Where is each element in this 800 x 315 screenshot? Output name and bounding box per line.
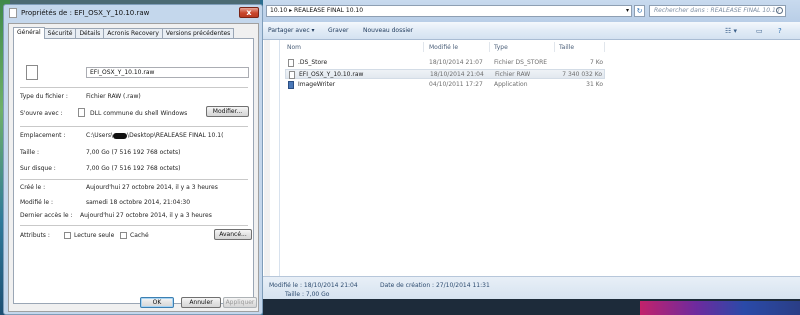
file-name: EFI_OSX_Y_10.10.raw [299, 71, 364, 78]
dialog-title-bar[interactable]: Propriétés de : EFI_OSX_Y_10.10.raw x [4, 5, 262, 21]
document-icon [9, 8, 17, 18]
chevron-down-icon[interactable]: ▾ [626, 6, 629, 16]
close-button[interactable]: x [239, 7, 259, 18]
modify-button[interactable]: Modifier... [206, 106, 249, 117]
accessed-label: Dernier accès le : [20, 212, 73, 219]
view-options-icon[interactable]: ☷ ▾ [725, 27, 737, 35]
help-icon[interactable]: ? [778, 27, 782, 35]
cancel-button[interactable]: Annuler [181, 297, 221, 308]
column-separator [423, 42, 424, 52]
size-label: Taille : [20, 149, 39, 156]
column-header-type[interactable]: Type [494, 44, 508, 51]
file-type: Application [494, 81, 528, 88]
list-item[interactable]: .DS_Store 18/10/2014 21:07 Fichier DS_ST… [285, 58, 605, 68]
file-size: 31 Ko [586, 81, 603, 88]
refresh-icon[interactable]: ↻ [634, 5, 645, 17]
status-modified: Modifié le : 18/10/2014 21:04 [269, 282, 358, 289]
modified-value: samedi 18 octobre 2014, 21:04:30 [86, 199, 191, 206]
apply-button[interactable]: Appliquer [223, 297, 257, 308]
created-label: Créé le : [20, 184, 46, 191]
new-folder-button[interactable]: Nouveau dossier [363, 27, 413, 34]
navigation-pane [263, 40, 280, 276]
hidden-checkbox[interactable] [120, 232, 127, 239]
file-modified: 18/10/2014 21:07 [429, 59, 483, 66]
column-separator [604, 42, 605, 52]
readonly-checkbox[interactable] [64, 232, 71, 239]
column-separator [489, 42, 490, 52]
dialog-body: Général Sécurité Détails Acronis Recover… [8, 23, 259, 312]
size-value: 7,00 Go (7 516 192 768 octets) [86, 149, 181, 156]
file-modified: 18/10/2014 21:04 [430, 71, 484, 78]
divider [20, 179, 248, 180]
nav-scrollbar[interactable] [264, 40, 270, 276]
breadcrumb[interactable]: 10.10 ▸ REALEASE FINAL 10.10 ▾ [266, 5, 632, 17]
tab-general[interactable]: Général [13, 27, 45, 39]
file-type: Fichier DS_STORE [494, 59, 548, 66]
explorer-window: 10.10 ▸ REALEASE FINAL 10.10 ▾ ↻ Recherc… [263, 0, 800, 299]
opens-with-label: S'ouvre avec : [20, 110, 63, 117]
preview-pane-icon[interactable]: ▭ [756, 27, 763, 35]
status-size: Taille : 7,00 Go [285, 291, 330, 298]
modified-label: Modifié le : [20, 199, 53, 206]
burn-button[interactable]: Graver [328, 27, 349, 34]
created-value: Aujourd'hui 27 octobre 2014, il y a 3 he… [86, 184, 218, 191]
column-header-modified[interactable]: Modifié le [429, 44, 458, 51]
file-type: Fichier RAW [495, 71, 531, 78]
type-label: Type du fichier : [20, 93, 68, 100]
address-bar-area: 10.10 ▸ REALEASE FINAL 10.10 ▾ ↻ Recherc… [263, 0, 800, 22]
dialog-title: Propriétés de : EFI_OSX_Y_10.10.raw [21, 9, 150, 17]
properties-dialog: Propriétés de : EFI_OSX_Y_10.10.raw x Gé… [3, 4, 263, 315]
search-input[interactable]: Rechercher dans : REALEASE FINAL 10.10 [649, 5, 786, 17]
search-placeholder: Rechercher dans : REALEASE FINAL 10.10 [654, 7, 780, 14]
status-created: Date de création : 27/10/2014 11:31 [380, 282, 490, 289]
general-panel: EFI_OSX_Y_10.10.raw Type du fichier : Fi… [13, 38, 254, 304]
divider [20, 87, 248, 88]
breadcrumb-path: 10.10 ▸ REALEASE FINAL 10.10 [270, 7, 364, 14]
desktop-wallpaper-strip [640, 301, 800, 315]
column-separator [554, 42, 555, 52]
file-size: 7 340 032 Ko [562, 71, 602, 78]
location-label: Emplacement : [20, 132, 66, 139]
details-pane: Modifié le : 18/10/2014 21:04 Date de cr… [263, 276, 800, 299]
type-value: Fichier RAW (.raw) [86, 93, 141, 100]
hidden-label: Caché [130, 232, 149, 239]
ok-button[interactable]: OK [140, 297, 174, 308]
location-value: C:\Users\ \Desktop\REALEASE FINAL 10.1( [86, 132, 224, 139]
search-icon [776, 7, 783, 14]
file-icon [288, 59, 294, 67]
attributes-label: Attributs : [20, 232, 50, 239]
dll-icon [78, 108, 85, 117]
disk-size-label: Sur disque : [20, 165, 56, 172]
advanced-button[interactable]: Avancé... [214, 229, 252, 240]
command-bar: Partager avec ▾ Graver Nouveau dossier ☷… [263, 22, 800, 40]
accessed-value: Aujourd'hui 27 octobre 2014, il y a 3 he… [80, 212, 212, 219]
file-list: Nom Modifié le Type Taille .DS_Store 18/… [281, 40, 800, 276]
file-icon [26, 65, 38, 80]
file-name: .DS_Store [298, 59, 328, 66]
file-name: ImageWriter [298, 81, 336, 88]
share-with-menu[interactable]: Partager avec ▾ [268, 27, 315, 34]
list-item[interactable]: ImageWriter 04/10/2011 17:27 Application… [285, 80, 605, 90]
file-size: 7 Ko [589, 59, 603, 66]
redacted-username [113, 132, 128, 139]
divider [20, 126, 248, 127]
disk-size-value: 7,00 Go (7 516 192 768 octets) [86, 165, 181, 172]
list-item[interactable]: EFI_OSX_Y_10.10.raw 18/10/2014 21:04 Fic… [285, 69, 605, 79]
opens-with-value: DLL commune du shell Windows [90, 110, 188, 117]
file-name-field[interactable]: EFI_OSX_Y_10.10.raw [86, 67, 249, 78]
column-header-name[interactable]: Nom [287, 44, 301, 51]
readonly-label: Lecture seule [74, 232, 115, 239]
file-modified: 04/10/2011 17:27 [429, 81, 483, 88]
column-header-size[interactable]: Taille [559, 44, 574, 51]
file-icon [289, 71, 295, 79]
divider [20, 225, 248, 226]
application-icon [288, 81, 294, 89]
